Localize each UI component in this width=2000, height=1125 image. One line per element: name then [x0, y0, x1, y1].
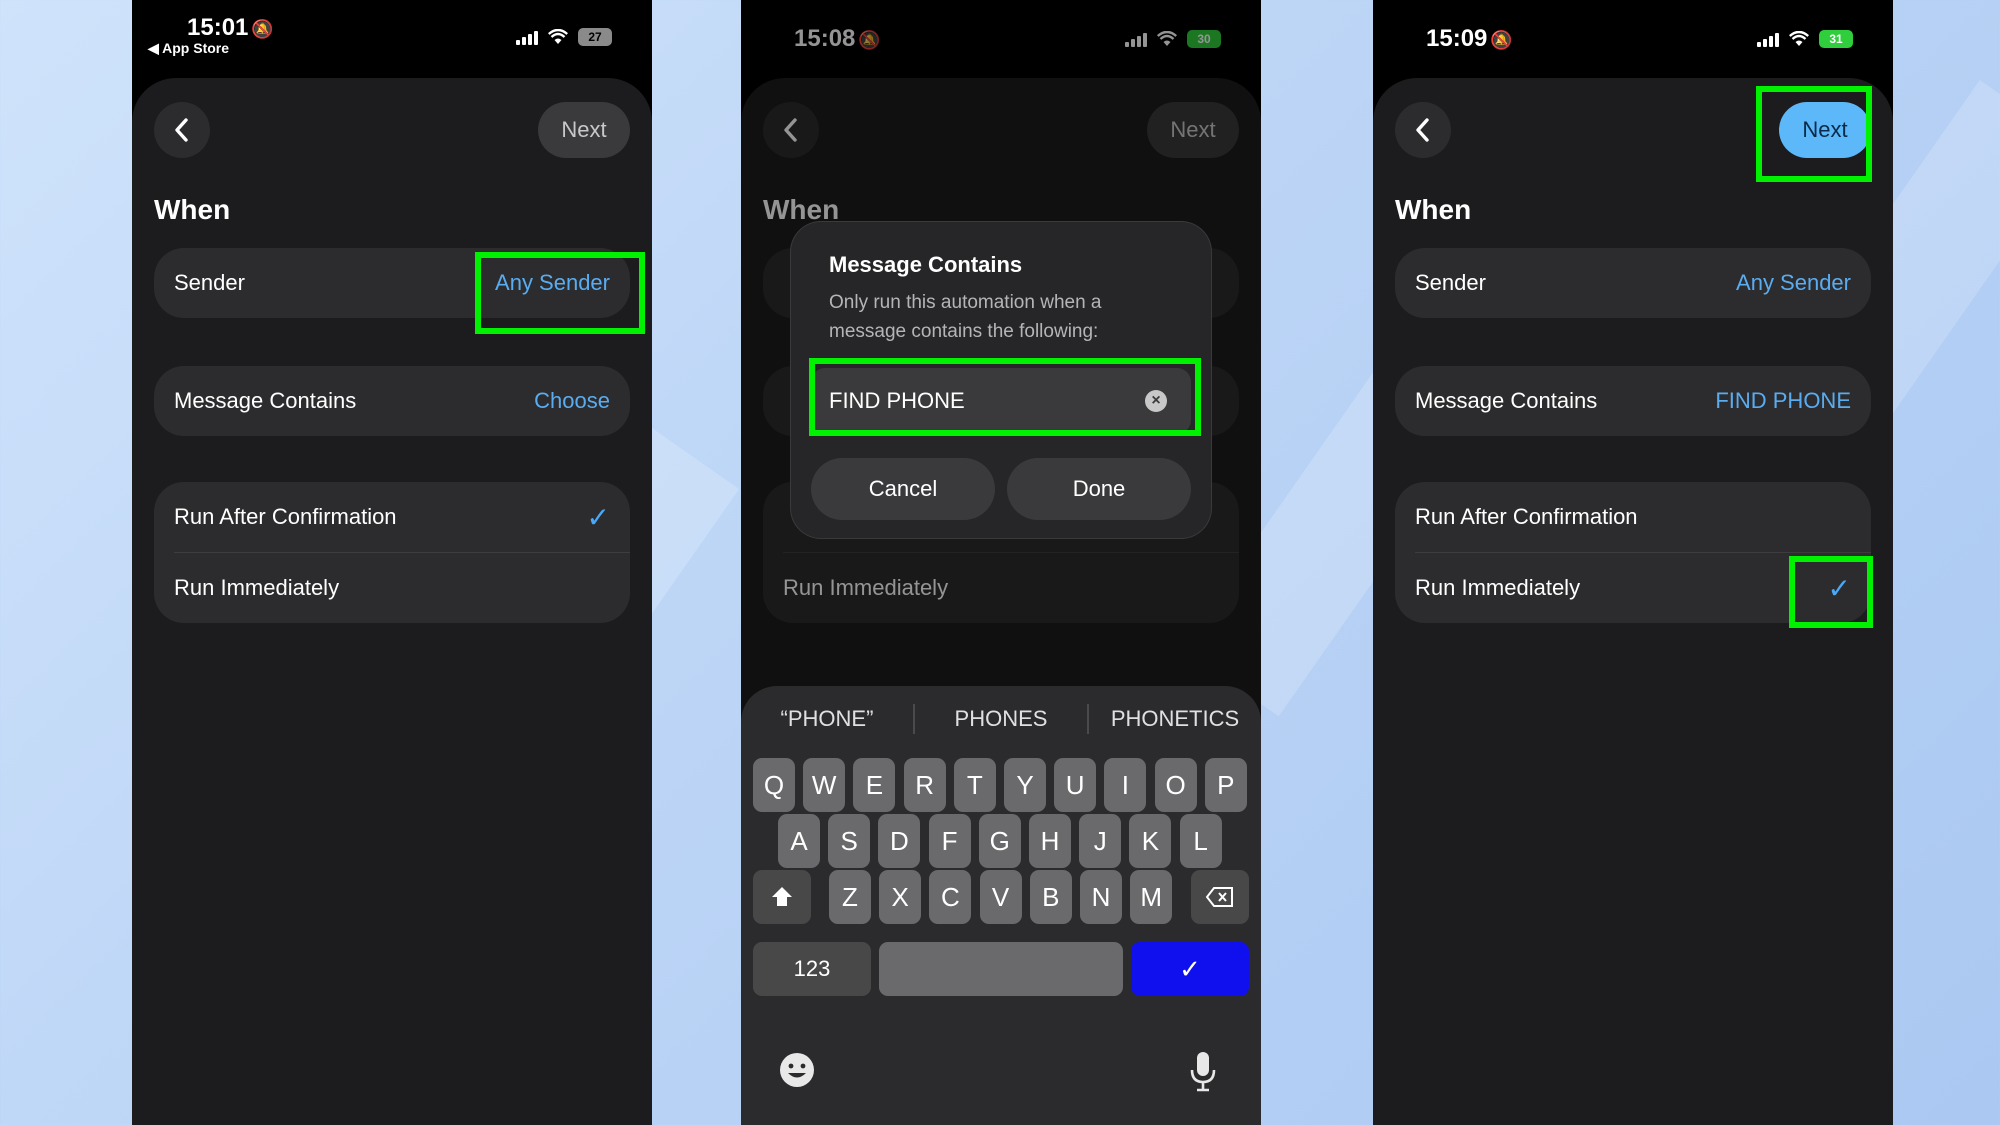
status-time: 15:09 🔕	[1426, 25, 1513, 52]
bell-muted-icon: 🔕	[251, 19, 274, 39]
key-r[interactable]: R	[903, 758, 946, 812]
key-q[interactable]: Q	[753, 758, 795, 812]
message-contains-row[interactable]: Message Contains Choose	[154, 366, 630, 436]
message-contains-label: Message Contains	[174, 388, 357, 413]
sender-label: Sender	[174, 270, 245, 295]
run-after-confirmation-row[interactable]: Run After Confirmation ✓	[154, 482, 630, 552]
key-i[interactable]: I	[1104, 758, 1147, 812]
key-c[interactable]: C	[929, 870, 972, 924]
key-d[interactable]: D	[878, 814, 921, 868]
run-after-confirmation-row[interactable]: Run After Confirmation	[1395, 482, 1871, 552]
suggestion-item[interactable]: PHONES	[915, 696, 1087, 742]
shift-icon	[772, 887, 792, 906]
battery-charging-icon: 31	[1819, 30, 1853, 48]
highlight-box	[1756, 86, 1872, 182]
run-immediately-label: Run Immediately	[1415, 575, 1581, 600]
run-after-confirmation-label: Run After Confirmation	[1415, 504, 1638, 529]
run-after-confirmation-label: Run After Confirmation	[174, 504, 397, 529]
sender-value[interactable]: Any Sender	[1736, 270, 1851, 296]
numbers-key[interactable]: 123	[753, 942, 871, 996]
message-contains-row[interactable]: Message Contains FIND PHONE	[1395, 366, 1871, 436]
status-bar: 15:09 🔕 31	[1373, 0, 1893, 76]
emoji-icon[interactable]	[779, 1052, 815, 1088]
key-u[interactable]: U	[1054, 758, 1097, 812]
key-y[interactable]: Y	[1004, 758, 1046, 812]
key-k[interactable]: K	[1129, 814, 1172, 868]
checkmark-icon: ✓	[1179, 953, 1201, 984]
highlight-box	[1789, 556, 1873, 628]
shift-key[interactable]	[753, 870, 811, 924]
signal-icon	[516, 29, 538, 45]
key-o[interactable]: O	[1154, 758, 1197, 812]
dialog-message: Only run this automation when a message …	[829, 292, 1102, 342]
highlight-box	[809, 358, 1201, 436]
phone-screen-3: 15:09 🔕 31 Next When Sender Any Sender Mes…	[1373, 0, 1893, 1125]
key-a[interactable]: A	[778, 814, 820, 868]
keyboard: “PHONE” PHONES PHONETICS QWERTYUIOP ASDFG…	[741, 686, 1261, 1125]
checkmark-icon: ✓	[586, 501, 610, 533]
battery-icon: 27	[578, 28, 612, 46]
space-key[interactable]	[879, 942, 1123, 996]
next-button[interactable]: Next	[538, 102, 630, 158]
key-s[interactable]: S	[828, 814, 871, 868]
back-button[interactable]	[154, 102, 210, 158]
key-h[interactable]: H	[1029, 814, 1071, 868]
suggestion-item[interactable]: “PHONE”	[741, 696, 913, 742]
key-g[interactable]: G	[978, 814, 1021, 868]
sender-row[interactable]: Sender Any Sender	[1395, 248, 1871, 318]
status-icons: 31	[1757, 30, 1853, 48]
key-m[interactable]: M	[1130, 870, 1173, 924]
key-z[interactable]: Z	[829, 870, 871, 924]
chevron-left-icon	[1416, 118, 1429, 142]
dialog-title: Message Contains	[829, 252, 1023, 277]
backspace-icon	[1205, 887, 1233, 907]
phone-screen-1: 15:01 🔕 ◀ App Store 27 Next When Sender An…	[132, 0, 652, 1125]
section-title: When	[1395, 194, 1472, 225]
sender-group: Sender Any Sender	[1395, 248, 1871, 318]
message-group: Message Contains Choose	[154, 366, 630, 436]
done-button[interactable]: Done	[1007, 458, 1191, 520]
back-to-app-store[interactable]: ◀ App Store	[148, 40, 229, 57]
key-v[interactable]: V	[979, 870, 1022, 924]
status-icons: 27	[516, 28, 612, 46]
key-t[interactable]: T	[953, 758, 996, 812]
message-contains-value[interactable]: FIND PHONE	[1715, 388, 1851, 414]
sender-label: Sender	[1415, 270, 1486, 295]
delete-key[interactable]	[1191, 870, 1249, 924]
wifi-icon	[548, 29, 568, 44]
automation-sheet: Next When Sender Any Sender Message Conta…	[132, 78, 652, 1125]
back-button[interactable]	[1395, 102, 1451, 158]
key-l[interactable]: L	[1179, 814, 1222, 868]
key-w[interactable]: W	[803, 758, 846, 812]
key-j[interactable]: J	[1079, 814, 1122, 868]
bell-muted-icon: 🔕	[1490, 30, 1513, 50]
message-group: Message Contains FIND PHONE	[1395, 366, 1871, 436]
signal-icon	[1757, 31, 1779, 47]
wifi-icon	[1789, 31, 1809, 46]
message-contains-label: Message Contains	[1415, 388, 1598, 413]
chevron-left-icon	[175, 118, 188, 142]
suggestion-bar: “PHONE” PHONES PHONETICS	[741, 696, 1261, 742]
run-immediately-row[interactable]: Run Immediately	[154, 553, 630, 623]
run-mode-group: Run After Confirmation ✓ Run Immediately	[154, 482, 630, 623]
suggestion-item[interactable]: PHONETICS	[1089, 696, 1261, 742]
cancel-button[interactable]: Cancel	[811, 458, 995, 520]
phone-screen-2: 15:08 🔕 30 Next When Run Immediately Mess…	[741, 0, 1261, 1125]
key-f[interactable]: F	[928, 814, 971, 868]
section-title: When	[154, 194, 231, 225]
microphone-icon[interactable]	[1189, 1050, 1217, 1092]
key-n[interactable]: N	[1080, 870, 1122, 924]
key-x[interactable]: X	[879, 870, 922, 924]
key-p[interactable]: P	[1204, 758, 1247, 812]
status-bar: 15:01 🔕 ◀ App Store 27	[132, 0, 652, 76]
status-time: 15:01 🔕	[187, 14, 274, 41]
key-e[interactable]: E	[853, 758, 896, 812]
return-key[interactable]: ✓	[1131, 942, 1249, 996]
message-contains-value[interactable]: Choose	[534, 388, 610, 414]
key-b[interactable]: B	[1029, 870, 1072, 924]
run-immediately-label: Run Immediately	[174, 575, 340, 600]
highlight-box	[475, 252, 645, 334]
